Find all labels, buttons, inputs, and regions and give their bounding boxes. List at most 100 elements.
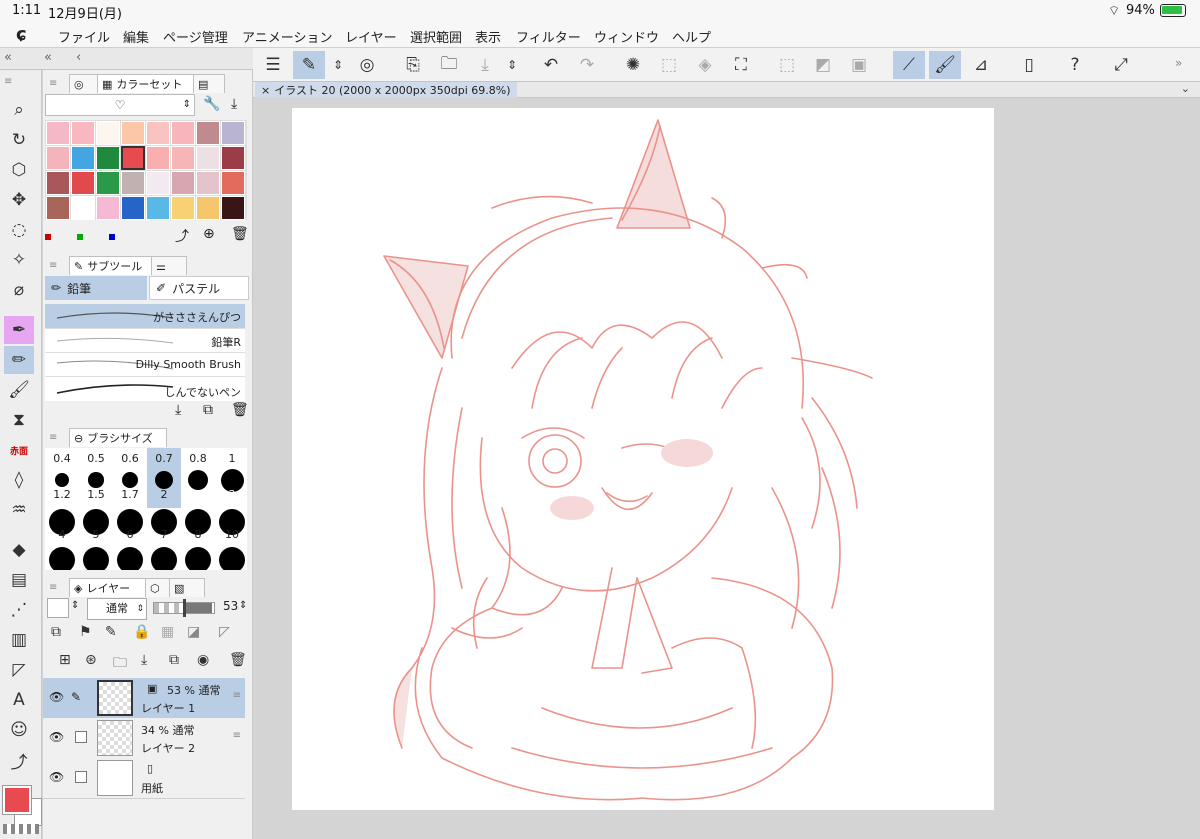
color-swatch[interactable] <box>146 121 170 145</box>
open-folder-icon[interactable]: 🗀 <box>433 51 465 79</box>
brush-size-label[interactable]: 2 <box>147 488 181 501</box>
checkbox[interactable] <box>75 731 87 743</box>
brush-item-2[interactable]: 鉛筆R <box>45 328 245 353</box>
trash-icon[interactable]: 🗑 <box>229 652 247 668</box>
export-icon[interactable]: ⤴ <box>175 226 189 246</box>
drag-handle-icon[interactable]: ≡ <box>233 690 241 701</box>
color-set-dropdown[interactable]: ♡ ⇕ <box>45 94 195 116</box>
lasso-tool-icon[interactable]: ◌ <box>4 216 34 244</box>
menu-selection[interactable]: 選択範囲 <box>410 27 462 46</box>
menu-help[interactable]: ヘルプ <box>672 27 711 46</box>
color-swatch[interactable] <box>171 171 195 195</box>
new-folder-icon[interactable]: 🗀 <box>113 652 127 676</box>
fill-tool-icon[interactable]: ◆ <box>4 536 34 564</box>
tab-tool-property[interactable]: ⚌ <box>151 256 187 275</box>
deselect-icon[interactable]: ⬚ <box>771 51 803 79</box>
ruler-snap-icon[interactable]: ⟋ <box>893 51 925 79</box>
brush-size-label[interactable]: 0.4 <box>45 452 79 465</box>
brush-size-label[interactable]: 0.5 <box>79 452 113 465</box>
brush-size-label[interactable]: 2.5 <box>181 488 215 501</box>
brush-size-label[interactable]: 1.2 <box>45 488 79 501</box>
main-color-chip[interactable] <box>2 785 32 815</box>
rotate-view-tool-icon[interactable]: ↻ <box>4 126 34 154</box>
color-swatch[interactable] <box>71 171 95 195</box>
merge-down-icon[interactable]: ⤓ <box>141 652 147 668</box>
color-swatch[interactable] <box>96 171 120 195</box>
tab-sub-tool[interactable]: ✎ サブツール <box>69 256 157 275</box>
color-swatch[interactable] <box>96 121 120 145</box>
app-logo-icon[interactable]: ɕ <box>16 24 27 45</box>
brush-size-dot[interactable] <box>83 547 109 570</box>
move-layer-tool-icon[interactable]: ✥ <box>4 186 34 214</box>
brush-snap-icon[interactable]: 🖌 <box>929 51 961 79</box>
drag-handle-icon[interactable]: ≡ <box>233 730 241 741</box>
undo-icon[interactable]: ↶ <box>535 51 567 79</box>
eye-icon[interactable]: 👁 <box>49 770 64 784</box>
new-raster-layer-icon[interactable]: ⊞ <box>59 652 71 668</box>
tab-color-history[interactable]: ▤ <box>193 74 225 93</box>
menu-animation[interactable]: アニメーション <box>242 27 332 46</box>
add-color-icon[interactable]: ⊕ <box>203 226 215 242</box>
brush-tool-icon[interactable]: 🖌 <box>4 376 34 404</box>
color-swatch[interactable] <box>146 171 170 195</box>
menu-layer[interactable]: レイヤー <box>345 27 397 46</box>
grip-icon[interactable]: ≡ <box>49 432 57 443</box>
color-swatch[interactable] <box>221 121 245 145</box>
drawing-canvas[interactable] <box>292 108 994 810</box>
color-swatch[interactable] <box>121 171 145 195</box>
collapse-right-icon[interactable]: » <box>1175 56 1182 70</box>
brush-size-dot[interactable] <box>117 547 143 570</box>
sub-tool-group-pencil[interactable]: ✏ 鉛筆 <box>45 276 147 300</box>
sub-tool-group-pastel[interactable]: ✐ パステル <box>149 276 249 300</box>
brush-size-label[interactable]: 0.7 <box>147 452 181 465</box>
color-swatch[interactable] <box>96 196 120 220</box>
correction-tool-icon[interactable]: ⤴ <box>4 746 34 774</box>
figure-tool-icon[interactable]: ⋰ <box>4 596 34 624</box>
canvas-area[interactable] <box>253 98 1200 839</box>
grip-icon[interactable]: ≡ <box>4 76 12 87</box>
save-icon[interactable]: ⤓ <box>469 51 501 79</box>
color-swatch[interactable] <box>221 171 245 195</box>
tab-layer[interactable]: ◈ レイヤー <box>69 578 153 597</box>
brush-size-dot[interactable] <box>49 547 75 570</box>
brush-item-1[interactable]: がさささえんぴつ <box>45 304 245 328</box>
new-vector-layer-icon[interactable]: ⊛ <box>85 652 97 668</box>
menu-page[interactable]: ページ管理 <box>163 27 228 46</box>
eyedropper-tool-icon[interactable]: ⌀ <box>4 276 34 304</box>
color-swatch[interactable] <box>71 121 95 145</box>
checkbox[interactable] <box>75 771 87 783</box>
brush-size-dot[interactable] <box>151 547 177 570</box>
menu-view[interactable]: 表示 <box>475 27 501 46</box>
reference-layer-icon[interactable]: ⚑ <box>79 624 92 640</box>
redo-icon[interactable]: ↷ <box>571 51 603 79</box>
color-swatch[interactable] <box>46 196 70 220</box>
menu-window[interactable]: ウィンドウ <box>594 27 659 46</box>
color-swatch[interactable] <box>146 196 170 220</box>
layer-color-toggle[interactable] <box>47 598 69 618</box>
collapse-left-icon[interactable]: « <box>4 50 12 65</box>
menu-filter[interactable]: フィルター <box>516 27 581 46</box>
color-swatch[interactable] <box>171 196 195 220</box>
color-swatch[interactable] <box>196 171 220 195</box>
draft-layer-icon[interactable]: ✎ <box>105 624 117 640</box>
eye-icon[interactable]: 👁 <box>49 690 64 704</box>
magic-wand-tool-icon[interactable]: ✧ <box>4 246 34 274</box>
brush-size-dot[interactable] <box>185 547 211 570</box>
loading-icon[interactable]: ✺ <box>617 51 649 79</box>
collapse-left-icon-2[interactable]: « <box>44 50 52 65</box>
lock-transparency-icon[interactable]: ▦ <box>161 624 174 640</box>
eye-icon[interactable]: 👁 <box>49 730 64 744</box>
merge-layer-icon[interactable]: ⧉ <box>169 652 179 668</box>
help-icon[interactable]: ? <box>1059 51 1091 79</box>
brush-size-dot[interactable] <box>88 472 104 488</box>
menu-edit[interactable]: 編集 <box>123 27 149 46</box>
select-icon[interactable]: ⬚ <box>653 51 685 79</box>
transparent-color-chip[interactable] <box>3 824 39 834</box>
mask-icon[interactable]: ◪ <box>187 624 200 640</box>
blend-tool-icon[interactable]: ♒ <box>4 496 34 524</box>
brush-size-label[interactable]: 5 <box>79 528 113 541</box>
grip-icon[interactable]: ≡ <box>49 260 57 271</box>
grip-icon[interactable]: ≡ <box>49 582 57 593</box>
color-swatch[interactable] <box>146 146 170 170</box>
layer-row-1[interactable]: 👁 ✎ ▣ 53 % 通常 レイヤー 1 ≡ <box>43 678 245 719</box>
